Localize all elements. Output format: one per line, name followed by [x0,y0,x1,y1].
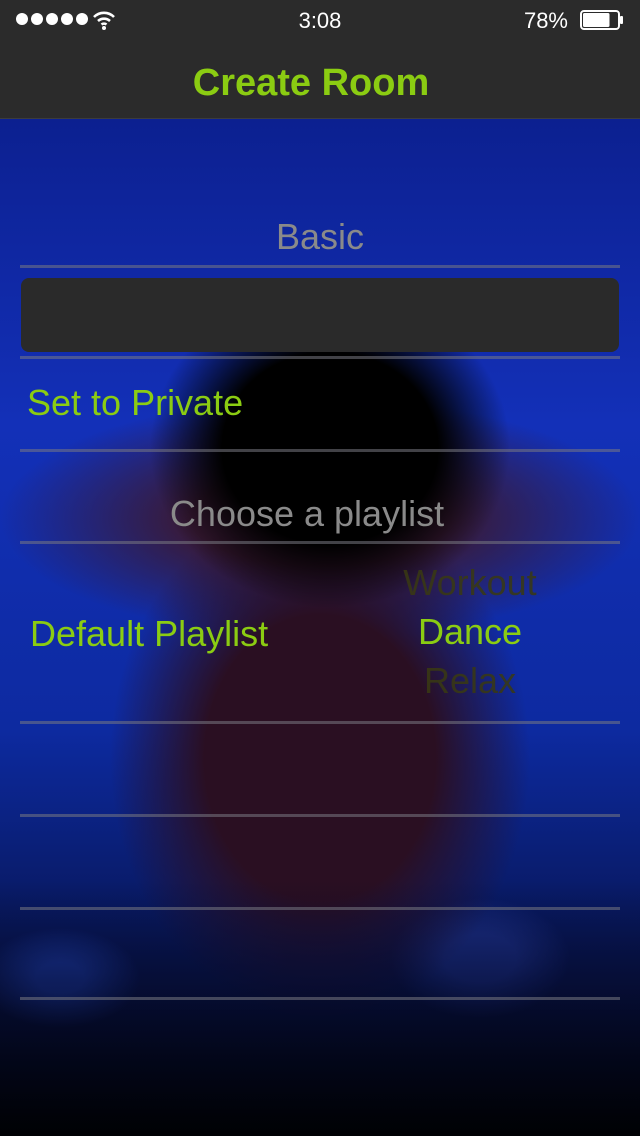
picker-option-relax[interactable]: Relax [370,660,570,702]
navigation-bar: Create Room [0,40,640,119]
battery-percent: 78% [523,8,568,33]
battery-icon [580,10,623,30]
page-title: Create Room [192,62,430,104]
default-playlist-label: Default Playlist [30,613,269,654]
divider [20,449,620,452]
divider [20,356,620,359]
divider [20,541,620,544]
picker-option-workout[interactable]: Workout [370,562,570,604]
room-name-input[interactable] [21,278,619,352]
background-shade [0,880,640,1136]
playlist-picker[interactable]: Workout Dance Relax [370,560,570,704]
create-room-screen: 3:08 78% Create Room Basic Set to Privat… [0,0,640,1136]
divider [20,721,620,724]
set-private-toggle-row[interactable]: Set to Private [27,382,243,424]
divider [20,814,620,817]
section-header-playlist: Choose a playlist [169,493,445,534]
status-bar: 3:08 78% [0,0,640,40]
picker-option-dance[interactable]: Dance [370,611,570,653]
divider [20,265,620,268]
divider [20,997,620,1000]
section-header-basic: Basic [275,216,365,257]
divider [20,907,620,910]
